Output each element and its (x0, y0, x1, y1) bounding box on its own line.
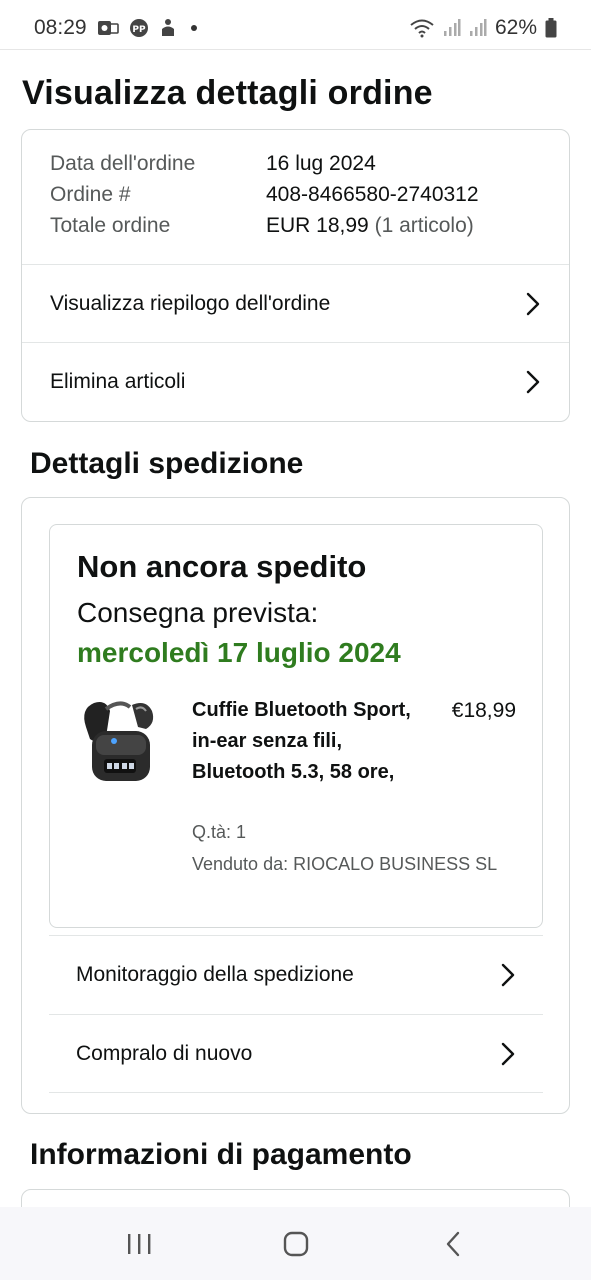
shipping-section-title: Dettagli spedizione (30, 447, 304, 480)
order-number-label: Ordine # (50, 183, 131, 206)
top-divider (0, 49, 591, 50)
status-right: 62% (409, 16, 557, 40)
shipment-box: Non ancora spedito Consegna prevista: me… (49, 524, 543, 928)
person-icon (159, 18, 177, 38)
order-date-value: 16 lug 2024 (266, 152, 376, 175)
delete-items-link[interactable]: Elimina articoli (22, 342, 569, 420)
buy-again-link[interactable]: Compralo di nuovo (49, 1014, 543, 1092)
notification-dot (190, 25, 197, 31)
signal-icon (443, 19, 461, 37)
expected-delivery-date: mercoledì 17 luglio 2024 (77, 637, 401, 668)
product-title[interactable]: Cuffie Bluetooth Sport, in-ear senza fil… (192, 695, 416, 788)
product-image[interactable] (76, 697, 160, 789)
svg-text:PP: PP (132, 25, 146, 35)
battery-percent: 62% (494, 16, 537, 39)
status-bar: 08:29 PP 62% (0, 0, 591, 56)
chevron-right-icon (500, 963, 516, 987)
payment-section-title: Informazioni di pagamento (30, 1138, 412, 1171)
view-order-summary-link[interactable]: Visualizza riepilogo dell'ordine (22, 264, 569, 342)
shipment-status: Non ancora spedito (77, 549, 367, 584)
order-total-value-wrap: EUR 18,99 (1 articolo) (266, 212, 479, 239)
order-summary-card: Data dell'ordine 16 lug 2024 Ordine # 40… (21, 129, 570, 422)
chevron-right-icon (525, 292, 541, 316)
chevron-right-icon (500, 1042, 516, 1066)
chevron-right-icon (525, 370, 541, 394)
signal-icon-2 (469, 19, 487, 37)
battery-icon (545, 18, 557, 38)
pp-icon: PP (129, 18, 149, 38)
shipping-card: Non ancora spedito Consegna prevista: me… (21, 497, 570, 1114)
navigation-bar (0, 1207, 591, 1280)
order-total-items: (1 articolo) (374, 214, 474, 237)
track-shipment-link[interactable]: Monitoraggio della spedizione (49, 935, 543, 1013)
recent-apps-button[interactable] (109, 1214, 169, 1274)
page-title: Visualizza dettagli ordine (22, 74, 433, 112)
divider (49, 1092, 543, 1093)
delete-items-label: Elimina articoli (50, 369, 186, 393)
order-info-grid: Data dell'ordine 16 lug 2024 Ordine # 40… (50, 150, 479, 239)
buy-again-label: Compralo di nuovo (76, 1041, 253, 1065)
order-date-label: Data dell'ordine (50, 152, 196, 175)
view-order-summary-label: Visualizza riepilogo dell'ordine (50, 291, 331, 315)
order-total-value: EUR 18,99 (266, 214, 369, 237)
product-seller: Venduto da: RIOCALO BUSINESS SL (192, 854, 498, 874)
order-total-label: Totale ordine (50, 214, 171, 237)
product-price: €18,99 (451, 699, 516, 722)
product-quantity: Q.tà: 1 (192, 822, 247, 842)
status-left: 08:29 PP (34, 16, 197, 40)
status-time: 08:29 (34, 16, 87, 39)
home-button[interactable] (266, 1214, 326, 1274)
outlook-icon (97, 19, 119, 37)
back-button[interactable] (423, 1214, 483, 1274)
track-shipment-label: Monitoraggio della spedizione (76, 962, 354, 986)
wifi-icon (409, 18, 435, 38)
expected-delivery-label: Consegna prevista: (77, 597, 319, 628)
order-number-value: 408-8466580-2740312 (266, 183, 479, 206)
